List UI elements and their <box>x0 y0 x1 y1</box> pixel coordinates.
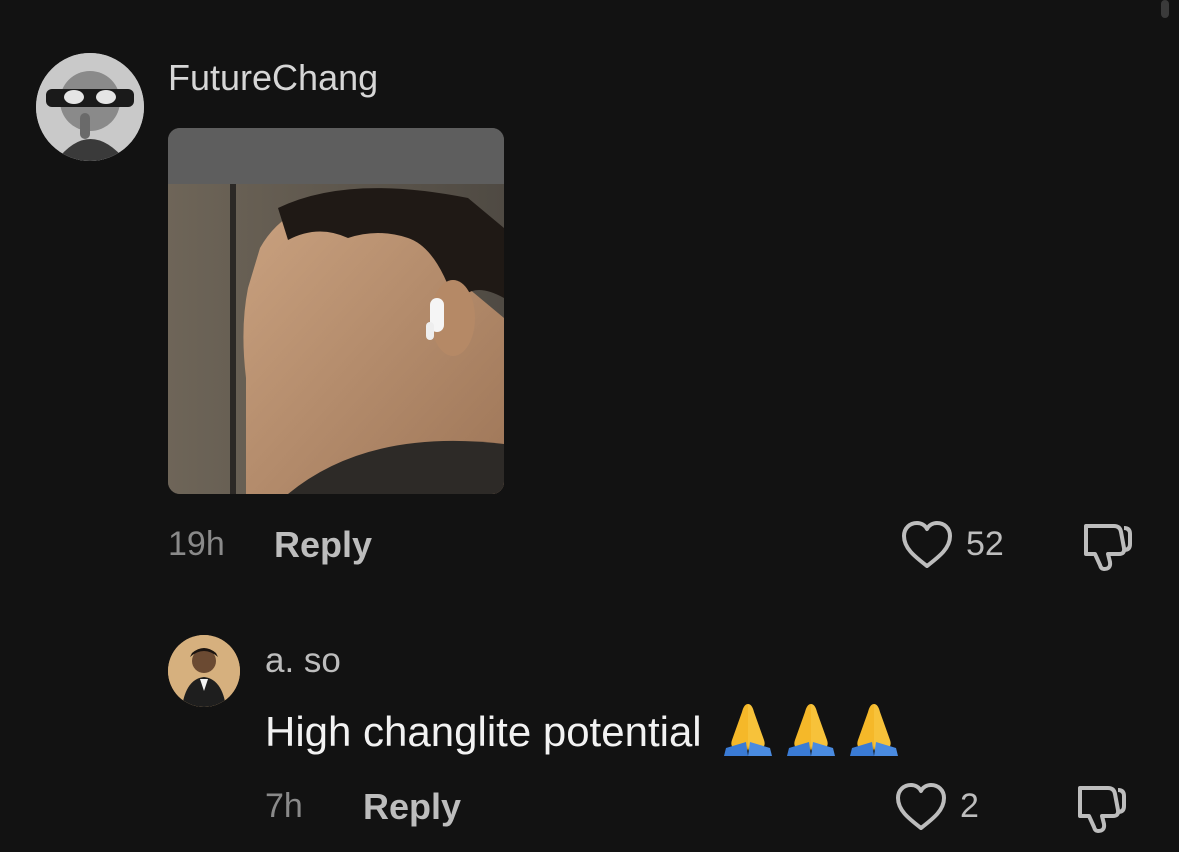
comment-time: 19h <box>168 525 225 563</box>
like-count: 52 <box>966 525 1004 563</box>
pray-emoji <box>787 704 836 756</box>
heart-icon <box>902 521 952 568</box>
like-button[interactable] <box>900 520 954 575</box>
photo-thumbnail <box>168 128 504 494</box>
avatar-masked-figure-icon <box>36 53 144 161</box>
avatar[interactable] <box>36 53 144 161</box>
thumbs-down-icon <box>1084 524 1132 571</box>
thumbs-down-icon <box>1078 786 1126 833</box>
like-button[interactable] <box>894 782 948 837</box>
comment-photo[interactable] <box>168 128 504 494</box>
reply-button[interactable]: Reply <box>363 786 461 828</box>
pray-emoji <box>850 704 899 756</box>
avatar-child-in-suit-icon <box>168 635 240 707</box>
comment-body: High changlite potential <box>265 708 702 755</box>
avatar[interactable] <box>168 635 240 707</box>
dislike-button[interactable] <box>1074 782 1128 839</box>
like-count: 2 <box>960 787 979 825</box>
pray-emoji <box>724 704 773 756</box>
scrollbar[interactable] <box>1161 0 1169 18</box>
reply-button[interactable]: Reply <box>274 524 372 566</box>
heart-icon <box>896 783 946 830</box>
dislike-button[interactable] <box>1080 520 1134 577</box>
username[interactable]: a. so <box>265 641 341 681</box>
comment-text: High changlite potential <box>265 700 902 756</box>
username[interactable]: FutureChang <box>168 57 378 99</box>
comment-time: 7h <box>265 787 303 825</box>
